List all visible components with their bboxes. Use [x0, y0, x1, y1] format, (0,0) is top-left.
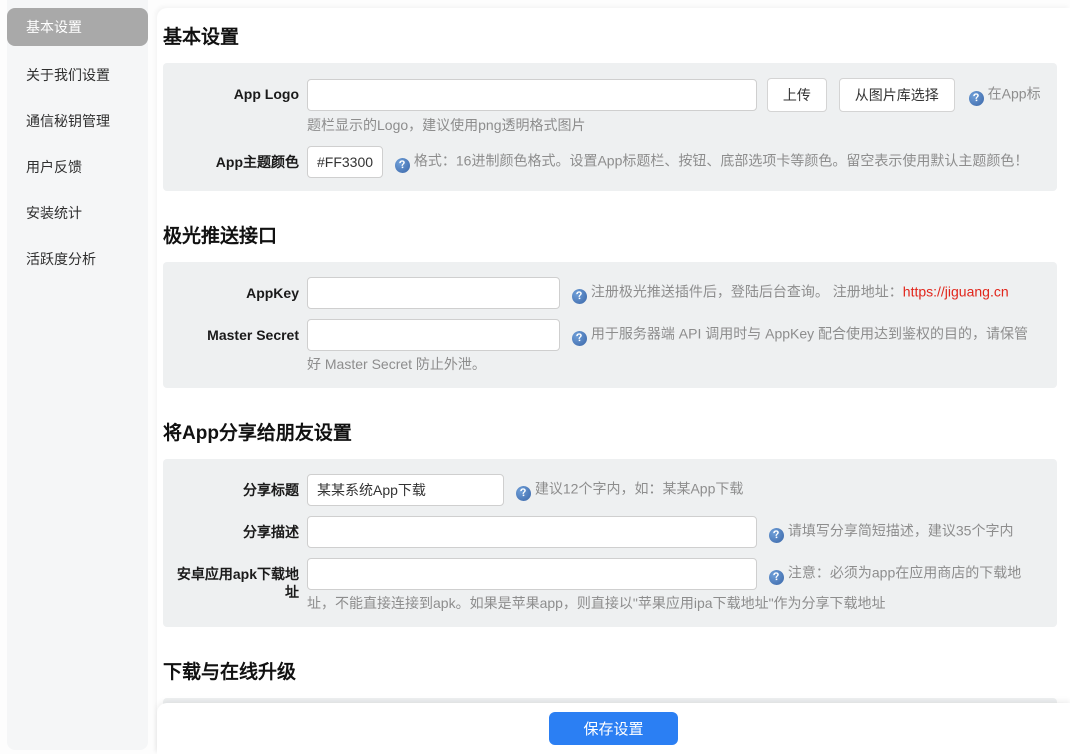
- sidebar: 基本设置 关于我们设置 通信秘钥管理 用户反馈 安装统计 活跃度分析: [7, 0, 148, 750]
- app-logo-row: App Logo 上传 从图片库选择 ?在App标题栏显示的Logo，建议使用p…: [163, 77, 1042, 137]
- apk-url-label: 安卓应用apk下载地址: [163, 557, 307, 615]
- help-question-icon: ?: [768, 569, 785, 586]
- sidebar-item-basic-settings[interactable]: 基本设置: [7, 8, 148, 46]
- app-logo-input[interactable]: [307, 79, 757, 111]
- master-secret-input[interactable]: [307, 319, 560, 351]
- sidebar-item-activity-analysis[interactable]: 活跃度分析: [7, 236, 148, 282]
- help-question-icon: ?: [394, 157, 411, 174]
- share-settings-panel: 分享标题 ?建议12个字内，如：某某App下载 分享描述 ?请填写分享简短描述，…: [163, 459, 1057, 627]
- heading-jpush-api: 极光推送接口: [163, 221, 1057, 248]
- share-title-input[interactable]: [307, 474, 504, 506]
- footer-bar: 保存设置: [157, 703, 1070, 754]
- share-desc-help-text: 请填写分享简短描述，建议35个字内: [788, 523, 1014, 539]
- heading-download-upgrade: 下载与在线升级: [163, 657, 1057, 684]
- share-title-row: 分享标题 ?建议12个字内，如：某某App下载: [163, 473, 1042, 507]
- sidebar-item-install-statistics[interactable]: 安装统计: [7, 190, 148, 236]
- master-secret-row: Master Secret ?用于服务器端 API 调用时与 AppKey 配合…: [163, 318, 1042, 376]
- sidebar-item-user-feedback[interactable]: 用户反馈: [7, 144, 148, 190]
- help-question-icon: ?: [515, 485, 532, 502]
- app-theme-color-row: App主题颜色 ?格式：16进制颜色格式。设置App标题栏、按钮、底部选项卡等颜…: [163, 145, 1042, 179]
- share-title-content: ?建议12个字内，如：某某App下载: [307, 473, 1042, 507]
- share-title-help-text: 建议12个字内，如：某某App下载: [535, 481, 743, 497]
- app-theme-color-content: ?格式：16进制颜色格式。设置App标题栏、按钮、底部选项卡等颜色。留空表示使用…: [307, 145, 1042, 179]
- master-secret-label: Master Secret: [163, 318, 307, 376]
- heading-share-settings: 将App分享给朋友设置: [163, 418, 1057, 445]
- page: 基本设置 关于我们设置 通信秘钥管理 用户反馈 安装统计 活跃度分析 基本设置 …: [0, 0, 1070, 754]
- appkey-label: AppKey: [163, 276, 307, 310]
- apk-url-input[interactable]: [307, 558, 757, 590]
- appkey-input[interactable]: [307, 277, 560, 309]
- help-question-icon: ?: [768, 527, 785, 544]
- app-logo-label: App Logo: [163, 77, 307, 137]
- share-desc-content: ?请填写分享简短描述，建议35个字内: [307, 515, 1042, 549]
- save-settings-button[interactable]: 保存设置: [549, 712, 677, 745]
- appkey-row: AppKey ?注册极光推送插件后，登陆后台查询。 注册地址：https://j…: [163, 276, 1042, 310]
- gallery-select-button[interactable]: 从图片库选择: [839, 78, 955, 112]
- appkey-help-text: 注册极光推送插件后，登陆后台查询。 注册地址：: [591, 284, 903, 300]
- apk-url-row: 安卓应用apk下载地址 ?注意：必须为app在应用商店的下载地址，不能直接连接到…: [163, 557, 1042, 615]
- app-theme-color-input[interactable]: [307, 146, 383, 178]
- share-desc-label: 分享描述: [163, 515, 307, 549]
- app-theme-color-help-text: 格式：16进制颜色格式。设置App标题栏、按钮、底部选项卡等颜色。留空表示使用默…: [414, 153, 1028, 169]
- share-title-label: 分享标题: [163, 473, 307, 507]
- sidebar-item-about-us-settings[interactable]: 关于我们设置: [7, 52, 148, 98]
- upload-button[interactable]: 上传: [767, 78, 827, 112]
- appkey-content: ?注册极光推送插件后，登陆后台查询。 注册地址：https://jiguang.…: [307, 276, 1042, 310]
- help-question-icon: ?: [968, 90, 985, 107]
- sidebar-item-secret-key-management[interactable]: 通信秘钥管理: [7, 98, 148, 144]
- jiguang-register-link[interactable]: https://jiguang.cn: [903, 284, 1009, 300]
- share-desc-input[interactable]: [307, 516, 757, 548]
- master-secret-content: ?用于服务器端 API 调用时与 AppKey 配合使用达到鉴权的目的，请保管好…: [307, 318, 1042, 376]
- jpush-panel: AppKey ?注册极光推送插件后，登陆后台查询。 注册地址：https://j…: [163, 262, 1057, 388]
- app-logo-content: 上传 从图片库选择 ?在App标题栏显示的Logo，建议使用png透明格式图片: [307, 77, 1042, 137]
- app-theme-color-label: App主题颜色: [163, 145, 307, 179]
- share-desc-row: 分享描述 ?请填写分享简短描述，建议35个字内: [163, 515, 1042, 549]
- help-question-icon: ?: [571, 330, 588, 347]
- apk-url-content: ?注意：必须为app在应用商店的下载地址，不能直接连接到apk。如果是苹果app…: [307, 557, 1042, 615]
- basic-settings-panel: App Logo 上传 从图片库选择 ?在App标题栏显示的Logo，建议使用p…: [163, 63, 1057, 191]
- help-question-icon: ?: [571, 288, 588, 305]
- main-content: 基本设置 App Logo 上传 从图片库选择 ?在App标题栏显示的Logo，…: [157, 8, 1070, 754]
- heading-basic-settings: 基本设置: [163, 22, 1057, 49]
